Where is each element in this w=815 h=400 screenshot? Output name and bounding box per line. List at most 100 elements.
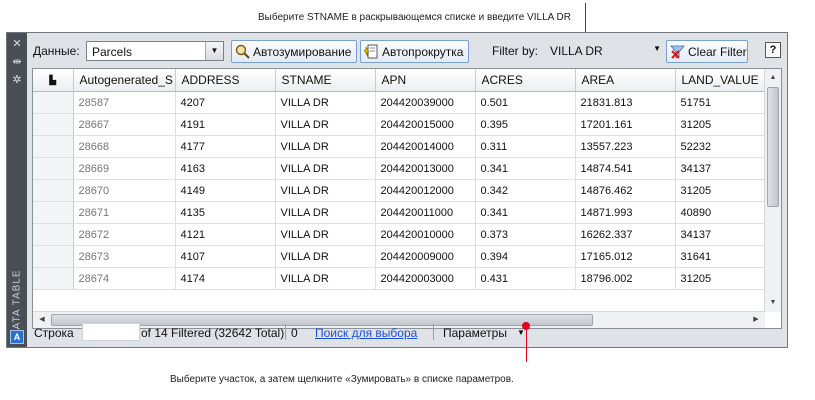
table-row[interactable]: 28667 4191 VILLA DR 204420015000 0.395 17201.… (33, 113, 776, 136)
autozoom-button[interactable]: Автозумирование (231, 40, 357, 63)
table-cell[interactable]: 21831.813 (575, 91, 676, 114)
row-selector[interactable] (33, 245, 74, 268)
table-row[interactable]: 28587 4207 VILLA DR 204420039000 0.501 21831.… (33, 91, 776, 114)
table-cell[interactable]: 4107 (175, 245, 276, 268)
table-cell[interactable]: 28673 (73, 245, 176, 268)
table-cell[interactable]: 4191 (175, 113, 276, 136)
autoscroll-button[interactable]: Автопрокрутка (360, 40, 469, 63)
table-cell[interactable]: 4207 (175, 91, 276, 114)
table-cell[interactable]: VILLA DR (275, 157, 376, 180)
table-cell[interactable]: 204420013000 (375, 157, 476, 180)
table-cell[interactable]: 16262.337 (575, 223, 676, 246)
column-header[interactable]: AREA (575, 69, 676, 92)
table-cell[interactable]: 34137 (675, 223, 776, 246)
table-row[interactable]: 28672 4121 VILLA DR 204420010000 0.373 16262.… (33, 223, 776, 246)
table-cell[interactable]: 0.342 (475, 179, 576, 202)
table-cell[interactable]: VILLA DR (275, 201, 376, 224)
search-to-select-link[interactable]: Поиск для выбора (315, 326, 417, 340)
table-cell[interactable]: 17201.161 (575, 113, 676, 136)
vertical-scroll-thumb[interactable] (767, 87, 779, 207)
table-cell[interactable]: 4174 (175, 267, 276, 290)
table-cell[interactable]: VILLA DR (275, 179, 376, 202)
chevron-down-icon[interactable]: ▼ (205, 42, 223, 60)
table-cell[interactable]: VILLA DR (275, 91, 376, 114)
row-selector[interactable] (33, 223, 74, 246)
table-cell[interactable]: 204420039000 (375, 91, 476, 114)
close-icon[interactable]: ✕ (9, 37, 25, 51)
select-all-corner[interactable]: ▙ (33, 69, 74, 92)
row-selector[interactable] (33, 91, 74, 114)
table-cell[interactable]: 4121 (175, 223, 276, 246)
row-selector[interactable] (33, 113, 74, 136)
table-cell[interactable]: 0.394 (475, 245, 576, 268)
chevron-down-icon[interactable]: ▼ (653, 44, 661, 53)
table-cell[interactable]: 31205 (675, 267, 776, 290)
table-cell[interactable]: 0.341 (475, 157, 576, 180)
table-row[interactable]: 28673 4107 VILLA DR 204420009000 0.394 17165.… (33, 245, 776, 268)
table-cell[interactable]: 0.431 (475, 267, 576, 290)
table-row[interactable]: 28671 4135 VILLA DR 204420011000 0.341 14871.… (33, 201, 776, 224)
table-cell[interactable]: 0.501 (475, 91, 576, 114)
options-menu[interactable]: Параметры (443, 326, 507, 340)
table-cell[interactable]: VILLA DR (275, 245, 376, 268)
table-cell[interactable]: 13557.223 (575, 135, 676, 158)
table-cell[interactable]: 40890 (675, 201, 776, 224)
filter-value-dropdown[interactable]: VILLA DR ▼ (546, 41, 664, 61)
auto-hide-icon[interactable]: ⇹ (9, 55, 25, 69)
row-selector[interactable] (33, 135, 74, 158)
table-cell[interactable]: 4149 (175, 179, 276, 202)
table-cell[interactable]: 52232 (675, 135, 776, 158)
column-header[interactable]: Autogenerated_S (73, 69, 176, 92)
table-cell[interactable]: VILLA DR (275, 113, 376, 136)
table-cell[interactable]: 204420009000 (375, 245, 476, 268)
table-cell[interactable]: 28671 (73, 201, 176, 224)
table-cell[interactable]: 0.395 (475, 113, 576, 136)
table-cell[interactable]: 0.311 (475, 135, 576, 158)
table-cell[interactable]: 4177 (175, 135, 276, 158)
vertical-scrollbar[interactable]: ▲ ▼ (764, 69, 781, 312)
row-selector[interactable] (33, 179, 74, 202)
table-cell[interactable]: 18796.002 (575, 267, 676, 290)
column-header[interactable]: LAND_VALUE (675, 69, 776, 92)
table-cell[interactable]: 31641 (675, 245, 776, 268)
table-cell[interactable]: 204420010000 (375, 223, 476, 246)
table-row[interactable]: 28670 4149 VILLA DR 204420012000 0.342 14876.… (33, 179, 776, 202)
table-cell[interactable]: 31205 (675, 179, 776, 202)
scroll-down-icon[interactable]: ▼ (765, 296, 781, 310)
table-cell[interactable]: 14871.993 (575, 201, 676, 224)
table-row[interactable]: 28674 4174 VILLA DR 204420003000 0.431 18796.… (33, 267, 776, 290)
table-cell[interactable]: 28667 (73, 113, 176, 136)
table-cell[interactable]: 14874.541 (575, 157, 676, 180)
table-cell[interactable]: VILLA DR (275, 267, 376, 290)
table-cell[interactable]: 204420011000 (375, 201, 476, 224)
clear-filter-button[interactable]: Clear Filter (666, 40, 748, 63)
table-cell[interactable]: 34137 (675, 157, 776, 180)
row-selector[interactable] (33, 267, 74, 290)
table-cell[interactable]: 51751 (675, 91, 776, 114)
table-cell[interactable]: 204420012000 (375, 179, 476, 202)
row-selector[interactable] (33, 157, 74, 180)
table-cell[interactable]: 0.373 (475, 223, 576, 246)
table-cell[interactable]: 31205 (675, 113, 776, 136)
table-cell[interactable]: 14876.462 (575, 179, 676, 202)
table-cell[interactable]: VILLA DR (275, 135, 376, 158)
column-header[interactable]: ACRES (475, 69, 576, 92)
table-cell[interactable]: 28669 (73, 157, 176, 180)
column-header[interactable]: APN (375, 69, 476, 92)
column-header[interactable]: STNAME (275, 69, 376, 92)
column-header[interactable]: ADDRESS (175, 69, 276, 92)
palette-title-bar[interactable]: ✕ ⇹ ✲ DATA TABLE A (7, 33, 27, 347)
table-cell[interactable]: 28587 (73, 91, 176, 114)
table-cell[interactable]: VILLA DR (275, 223, 376, 246)
table-cell[interactable]: 17165.012 (575, 245, 676, 268)
scroll-up-icon[interactable]: ▲ (765, 71, 781, 85)
table-cell[interactable]: 0.341 (475, 201, 576, 224)
properties-icon[interactable]: ✲ (9, 73, 25, 87)
table-cell[interactable]: 28672 (73, 223, 176, 246)
table-cell[interactable]: 28674 (73, 267, 176, 290)
row-selector[interactable] (33, 201, 74, 224)
table-cell[interactable]: 4163 (175, 157, 276, 180)
row-number-input[interactable] (82, 323, 140, 341)
data-source-dropdown[interactable]: Parcels ▼ (86, 41, 224, 61)
table-row[interactable]: 28668 4177 VILLA DR 204420014000 0.311 13557.… (33, 135, 776, 158)
